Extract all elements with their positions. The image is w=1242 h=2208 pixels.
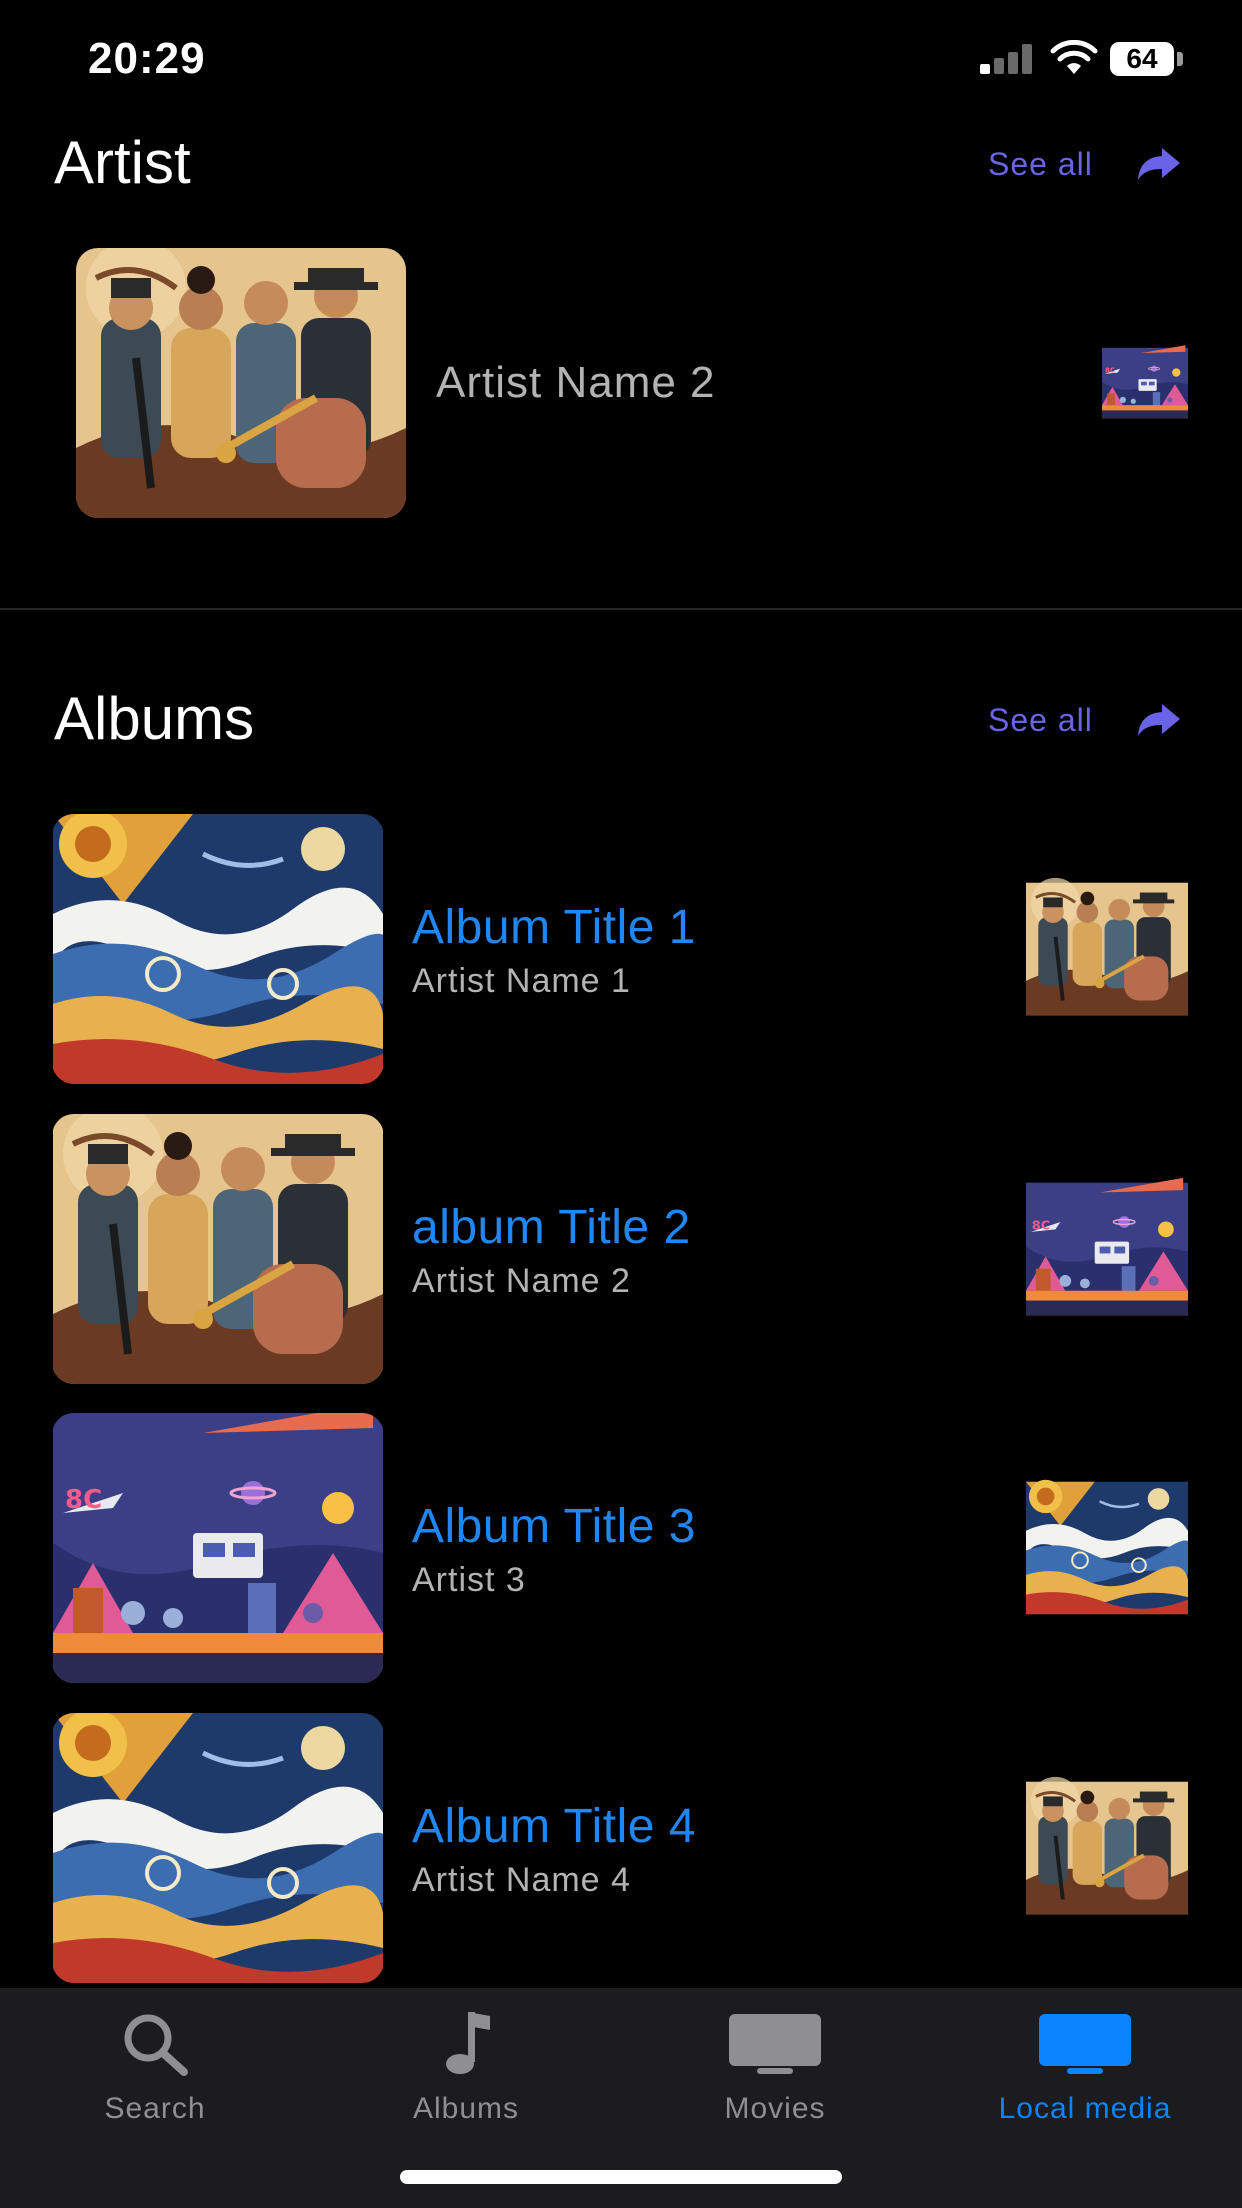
album-row[interactable]: album Title 2 Artist Name 2 xyxy=(0,1114,1242,1386)
cellular-signal-icon xyxy=(980,44,1036,74)
album-title[interactable]: album Title 2 xyxy=(412,1200,691,1255)
album-title[interactable]: Album Title 1 xyxy=(412,900,696,955)
artist-artwork[interactable] xyxy=(76,248,406,518)
home-indicator[interactable] xyxy=(400,2170,842,2184)
album-row[interactable]: Album Title 1 Artist Name 1 xyxy=(0,814,1242,1086)
wifi-icon xyxy=(1050,40,1098,74)
album-artist: Artist Name 1 xyxy=(412,962,631,1000)
album-artist: Artist 3 xyxy=(412,1561,526,1599)
album-row[interactable]: Album Title 4 Artist Name 4 xyxy=(0,1713,1242,1985)
album-artist: Artist Name 4 xyxy=(412,1861,631,1899)
albums-section-title: Albums xyxy=(54,685,255,752)
artist-artwork-next[interactable] xyxy=(1102,248,1188,518)
music-note-icon xyxy=(446,2012,490,2074)
album-title[interactable]: Album Title 4 xyxy=(412,1799,696,1854)
share-arrow-icon[interactable] xyxy=(1136,146,1182,182)
search-icon xyxy=(124,2014,188,2076)
album-artwork[interactable] xyxy=(52,1713,384,1983)
tab-label: Search xyxy=(104,2092,206,2125)
album-artwork-next[interactable] xyxy=(1026,814,1188,1084)
battery-indicator: 64 xyxy=(1110,42,1174,76)
album-artwork[interactable] xyxy=(52,1413,384,1683)
tab-label: Movies xyxy=(724,2092,826,2125)
status-time: 20:29 xyxy=(88,34,206,83)
album-artwork-next[interactable] xyxy=(1026,1413,1188,1683)
artist-see-all-link[interactable]: See all xyxy=(988,146,1093,183)
album-artist: Artist Name 2 xyxy=(412,1262,631,1300)
share-arrow-icon[interactable] xyxy=(1136,702,1182,738)
tab-local-media[interactable]: Local media xyxy=(930,1988,1240,2128)
album-artwork[interactable] xyxy=(52,814,384,1084)
battery-cap xyxy=(1177,52,1183,66)
tab-search[interactable]: Search xyxy=(0,1988,310,2128)
artist-section-title: Artist xyxy=(54,129,191,196)
section-divider xyxy=(0,608,1242,610)
status-bar: 20:29 64 xyxy=(0,0,1242,120)
tv-icon xyxy=(729,2014,821,2074)
tab-label: Local media xyxy=(998,2092,1172,2125)
tab-albums[interactable]: Albums xyxy=(311,1988,621,2128)
tab-movies[interactable]: Movies xyxy=(620,1988,930,2128)
tv-icon xyxy=(1039,2014,1131,2074)
album-artwork-next[interactable] xyxy=(1026,1114,1188,1384)
album-title[interactable]: Album Title 3 xyxy=(412,1499,696,1554)
tab-label: Albums xyxy=(412,2092,520,2125)
album-artwork[interactable] xyxy=(52,1114,384,1384)
album-artwork-next[interactable] xyxy=(1026,1713,1188,1983)
album-row[interactable]: Album Title 3 Artist 3 xyxy=(0,1413,1242,1685)
albums-see-all-link[interactable]: See all xyxy=(988,702,1093,739)
artist-name[interactable]: Artist Name 2 xyxy=(436,358,716,408)
